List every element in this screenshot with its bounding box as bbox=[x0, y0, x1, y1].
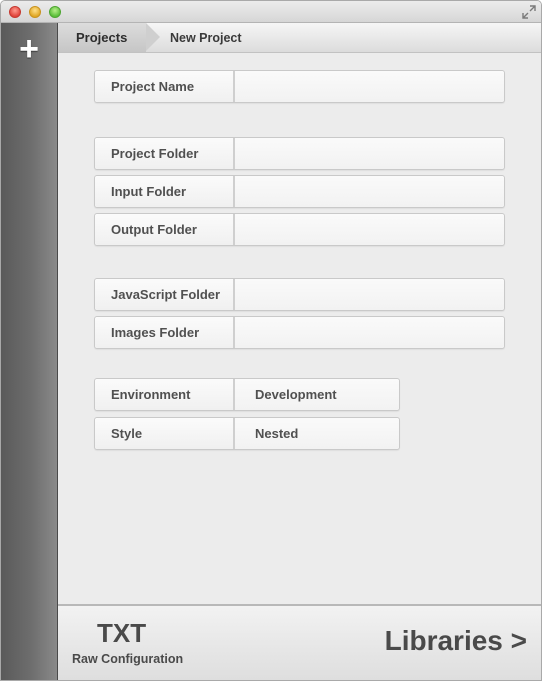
project-name-input[interactable] bbox=[235, 71, 504, 102]
input-folder-input[interactable] bbox=[235, 176, 504, 207]
images-folder-label: Images Folder bbox=[95, 317, 235, 348]
javascript-folder-field: JavaScript Folder bbox=[94, 278, 505, 311]
add-project-button[interactable]: + bbox=[9, 32, 49, 67]
raw-configuration-label: Raw Configuration bbox=[72, 652, 184, 666]
sidebar: + bbox=[1, 23, 58, 680]
output-folder-field: Output Folder bbox=[94, 213, 505, 246]
output-folder-label: Output Folder bbox=[95, 214, 235, 245]
environment-label: Environment bbox=[95, 379, 235, 410]
environment-field: Environment Development bbox=[94, 378, 400, 411]
breadcrumb-current: New Project bbox=[170, 31, 242, 45]
project-name-field: Project Name bbox=[94, 70, 505, 103]
images-folder-field: Images Folder bbox=[94, 316, 505, 349]
images-folder-input[interactable] bbox=[235, 317, 504, 348]
input-folder-label: Input Folder bbox=[95, 176, 235, 207]
title-bar bbox=[1, 1, 541, 23]
project-folder-label: Project Folder bbox=[95, 138, 235, 169]
project-folder-field: Project Folder bbox=[94, 137, 505, 170]
style-field: Style Nested bbox=[94, 417, 400, 450]
style-label: Style bbox=[95, 418, 235, 449]
minimize-window-button[interactable] bbox=[29, 6, 41, 18]
breadcrumb-arrow-icon bbox=[146, 23, 160, 51]
breadcrumb: Projects New Project bbox=[58, 23, 541, 53]
zoom-window-button[interactable] bbox=[49, 6, 61, 18]
javascript-folder-label: JavaScript Folder bbox=[95, 279, 235, 310]
txt-label: TXT bbox=[97, 618, 147, 648]
project-folder-input[interactable] bbox=[235, 138, 504, 169]
raw-configuration-button[interactable]: TXT Raw Configuration bbox=[72, 618, 192, 674]
app-window: + Projects New Project Project Name Proj… bbox=[0, 0, 542, 681]
libraries-button[interactable]: Libraries > bbox=[385, 624, 527, 658]
bottom-toolbar: TXT Raw Configuration Libraries > bbox=[58, 604, 541, 680]
output-folder-input[interactable] bbox=[235, 214, 504, 245]
fullscreen-icon[interactable] bbox=[521, 4, 537, 20]
project-form: Project Name Project Folder Input Folder… bbox=[58, 53, 541, 604]
environment-select[interactable]: Development bbox=[235, 379, 399, 410]
style-select[interactable]: Nested bbox=[235, 418, 399, 449]
javascript-folder-input[interactable] bbox=[235, 279, 504, 310]
input-folder-field: Input Folder bbox=[94, 175, 505, 208]
breadcrumb-projects[interactable]: Projects bbox=[58, 23, 146, 52]
project-name-label: Project Name bbox=[95, 71, 235, 102]
close-window-button[interactable] bbox=[9, 6, 21, 18]
